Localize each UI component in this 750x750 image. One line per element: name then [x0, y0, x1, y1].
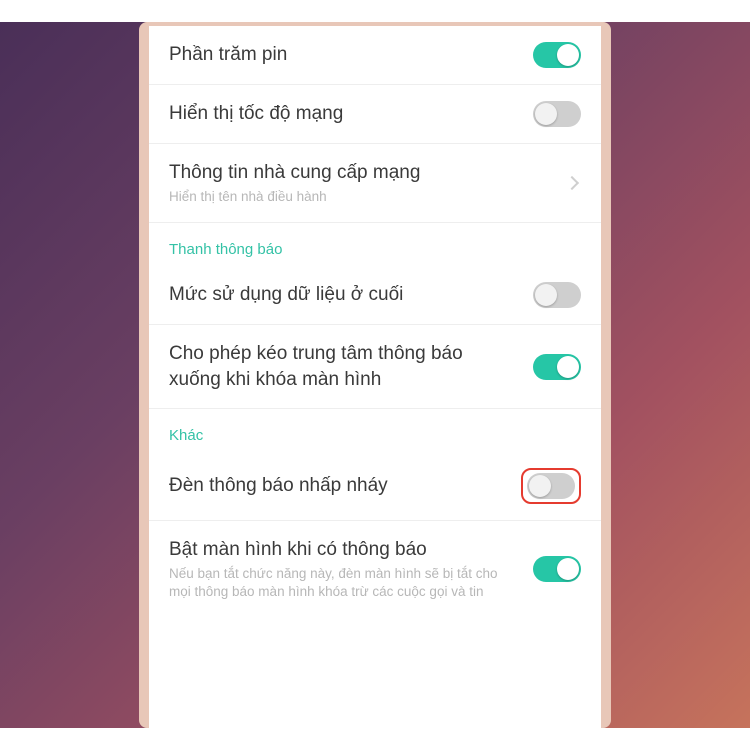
toggle-battery-percent[interactable]	[533, 42, 581, 68]
row-carrier-info[interactable]: Thông tin nhà cung cấp mạng Hiển thị tên…	[149, 144, 601, 223]
toggle-wake-on-notif[interactable]	[533, 556, 581, 582]
row-network-speed[interactable]: Hiển thị tốc độ mạng	[149, 85, 601, 144]
toggle-pull-notif-lockscreen[interactable]	[533, 354, 581, 380]
row-title: Phần trăm pin	[169, 42, 519, 68]
row-title: Thông tin nhà cung cấp mạng	[169, 160, 553, 186]
highlight-annotation	[521, 468, 581, 504]
row-pull-notif-lockscreen[interactable]: Cho phép kéo trung tâm thông báo xuống k…	[149, 325, 601, 409]
row-title: Mức sử dụng dữ liệu ở cuối	[169, 282, 519, 308]
settings-screen: Phần trăm pin Hiển thị tốc độ mạng Thông…	[149, 26, 601, 728]
row-title: Cho phép kéo trung tâm thông báo xuống k…	[169, 341, 519, 392]
row-subtitle: Hiển thị tên nhà điều hành	[169, 188, 553, 206]
section-header-other: Khác	[149, 409, 601, 452]
row-subtitle: Nếu bạn tắt chức năng này, đèn màn hình …	[169, 565, 519, 601]
row-title: Bật màn hình khi có thông báo	[169, 537, 519, 563]
section-header-notification-bar: Thanh thông báo	[149, 223, 601, 266]
row-title: Hiển thị tốc độ mạng	[169, 101, 519, 127]
toggle-led-blink[interactable]	[527, 473, 575, 499]
toggle-network-speed[interactable]	[533, 101, 581, 127]
row-led-blink[interactable]: Đèn thông báo nhấp nháy	[149, 452, 601, 521]
phone-frame: Phần trăm pin Hiển thị tốc độ mạng Thông…	[139, 22, 611, 728]
row-battery-percent[interactable]: Phần trăm pin	[149, 26, 601, 85]
row-wake-on-notif[interactable]: Bật màn hình khi có thông báo Nếu bạn tắ…	[149, 521, 601, 617]
toggle-data-usage-end[interactable]	[533, 282, 581, 308]
row-data-usage-end[interactable]: Mức sử dụng dữ liệu ở cuối	[149, 266, 601, 325]
chevron-right-icon	[565, 176, 579, 190]
row-title: Đèn thông báo nhấp nháy	[169, 473, 507, 499]
